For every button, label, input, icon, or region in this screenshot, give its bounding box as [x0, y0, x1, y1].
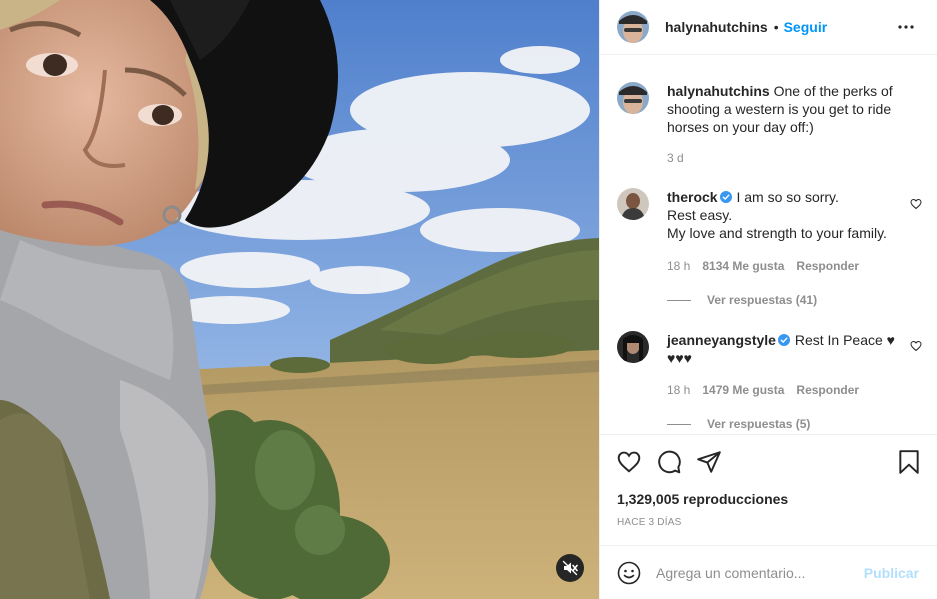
comment-line: My love and strength to your family.	[667, 225, 887, 241]
comment-line: Rest In Peace ♥	[794, 332, 895, 348]
comment-item: therock I am so so sorry. Rest easy. My …	[617, 188, 927, 313]
view-replies-label: Ver respuestas (41)	[707, 293, 818, 307]
comment-text-block: jeanneyangstyle Rest In Peace ♥ ♥♥♥	[667, 331, 912, 367]
post-header: halynahutchins • Seguir	[600, 0, 937, 55]
view-replies-label: Ver respuestas (5)	[707, 417, 811, 431]
like-comment-heart-icon[interactable]	[910, 340, 922, 352]
comment-text-block: therock I am so so sorry. Rest easy. My …	[667, 188, 912, 242]
comment-likes[interactable]: 8134 Me gusta	[702, 259, 784, 273]
post-side-panel: halynahutchins • Seguir halynahutchins O…	[599, 0, 937, 599]
caption-username[interactable]: halynahutchins	[667, 83, 770, 99]
caption-avatar[interactable]	[617, 82, 649, 114]
author-avatar[interactable]	[617, 11, 649, 43]
commenter-username[interactable]: jeanneyangstyle	[667, 332, 776, 348]
comment-icon[interactable]	[656, 449, 682, 475]
more-options-button[interactable]	[896, 17, 916, 37]
replies-divider	[667, 423, 691, 425]
replies-divider	[667, 299, 691, 301]
heart-icon[interactable]	[616, 449, 642, 475]
commenter-avatar[interactable]	[617, 331, 649, 363]
caption-text-block: halynahutchins One of the perks of shoot…	[667, 82, 912, 136]
view-replies-button[interactable]: Ver respuestas (41)	[667, 293, 817, 307]
comment-meta: 18 h 8134 Me gusta Responder	[667, 259, 871, 273]
verified-badge-icon	[777, 334, 790, 346]
caption-time[interactable]: 3 d	[667, 151, 684, 165]
comment-meta: 18 h 1479 Me gusta Responder	[667, 383, 871, 397]
commenter-username[interactable]: therock	[667, 189, 718, 205]
comment-likes[interactable]: 1479 Me gusta	[702, 383, 784, 397]
author-username[interactable]: halynahutchins	[665, 19, 768, 35]
reply-button[interactable]: Responder	[796, 259, 859, 273]
comment-line: Rest easy.	[667, 207, 733, 223]
comment-time[interactable]: 18 h	[667, 383, 690, 397]
header-separator: •	[773, 19, 779, 35]
caption-meta: 3 d	[667, 151, 696, 165]
add-comment-bar: Publicar	[600, 545, 937, 599]
video-frame	[0, 0, 599, 599]
bookmark-icon[interactable]	[896, 449, 922, 475]
view-count[interactable]: 1,329,005 reproducciones	[617, 491, 788, 507]
comment-line: ♥♥♥	[667, 350, 692, 366]
verified-badge-icon	[719, 191, 732, 203]
share-icon[interactable]	[696, 449, 722, 475]
comment-line: I am so so sorry.	[736, 189, 839, 205]
post-video[interactable]	[0, 0, 599, 599]
speaker-muted-icon	[562, 560, 578, 576]
commenter-avatar[interactable]	[617, 188, 649, 220]
post-actions: 1,329,005 reproducciones HACE 3 DÍAS	[600, 434, 937, 546]
comment-item: jeanneyangstyle Rest In Peace ♥ ♥♥♥ 18 h…	[617, 331, 927, 434]
emoji-icon[interactable]	[617, 561, 641, 585]
reply-button[interactable]: Responder	[796, 383, 859, 397]
more-options-icon	[898, 25, 914, 29]
like-comment-heart-icon[interactable]	[910, 198, 922, 210]
comments-list[interactable]: halynahutchins One of the perks of shoot…	[600, 56, 937, 434]
comment-time[interactable]: 18 h	[667, 259, 690, 273]
comment-input[interactable]	[656, 562, 846, 583]
publish-button[interactable]: Publicar	[864, 565, 919, 581]
caption: halynahutchins One of the perks of shoot…	[617, 82, 927, 172]
follow-button[interactable]: Seguir	[784, 19, 828, 35]
mute-button[interactable]	[556, 554, 584, 582]
post-timestamp[interactable]: HACE 3 DÍAS	[617, 517, 681, 528]
view-replies-button[interactable]: Ver respuestas (5)	[667, 417, 810, 431]
